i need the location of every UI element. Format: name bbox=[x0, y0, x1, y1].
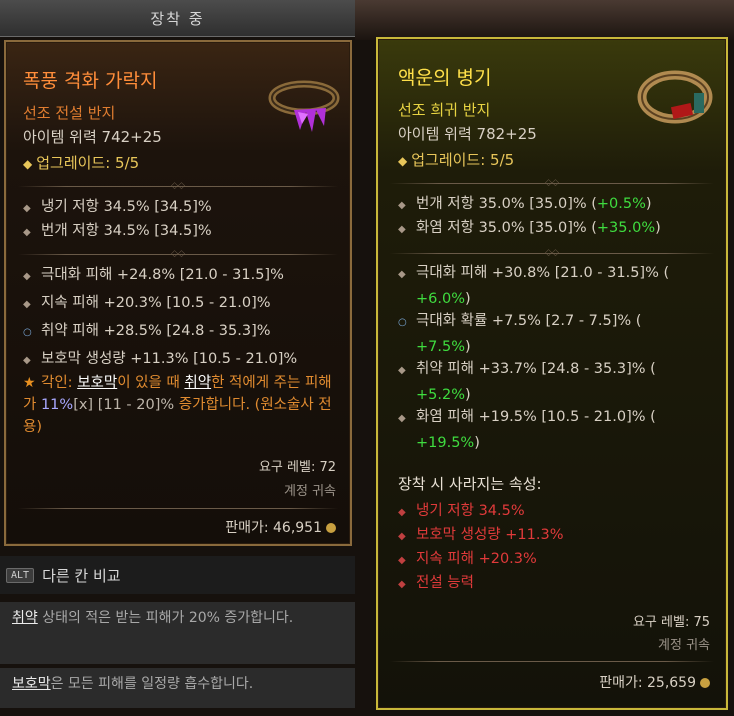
required-level: 요구 레벨: 72 bbox=[258, 460, 336, 475]
upgrade-count: ◆ 업그레이드: 5/5 bbox=[398, 151, 515, 169]
affix-stat: ◆ 지속 피해 +20.3% [10.5 - 21.0]% bbox=[23, 295, 271, 311]
diamond-icon: ◆ bbox=[23, 157, 33, 171]
item-rarity: 선조 전설 반지 bbox=[23, 104, 116, 122]
implicit-stat: ◆ 화염 저항 35.0% [35.0]% (+35.0%) bbox=[398, 220, 661, 236]
implicit-stat: ◆ 냉기 저항 34.5% [34.5]% bbox=[23, 199, 212, 215]
lost-stat: ◆ 보호막 생성량 +11.3% bbox=[398, 527, 564, 543]
implicit-stat: ◆ 번개 저항 35.0% [35.0]% (+0.5%) bbox=[398, 196, 652, 212]
required-level: 요구 레벨: 75 bbox=[632, 615, 710, 630]
lost-properties-title: 장착 시 사라지는 속성: bbox=[398, 475, 542, 493]
keyword-tip: 보호막은 모든 피해를 일정량 흡수합니다. bbox=[0, 668, 355, 708]
divider: ◇◇ bbox=[18, 250, 338, 259]
star-icon: ★ bbox=[23, 375, 36, 391]
affix-stat: ◆ 보호막 생성량 +11.3% [10.5 - 21.0]% bbox=[23, 351, 298, 367]
gold-coin-icon bbox=[700, 678, 710, 688]
affix-stat: ○ 취약 피해 +28.5% [24.8 - 35.3]% bbox=[23, 323, 271, 339]
alt-key-hint: ALT bbox=[6, 567, 35, 583]
compare-other-slot-label: 다른 칸 비교 bbox=[42, 566, 121, 585]
lost-stat: ◆ 전설 능력 bbox=[398, 575, 474, 591]
diamond-icon: ◆ bbox=[398, 154, 408, 168]
keyword-tip: 취약 상태의 적은 받는 피해가 20% 증가합니다. bbox=[0, 602, 355, 664]
item-power: 아이템 위력 742+25 bbox=[23, 128, 162, 146]
affix-stat: ◆ 극대화 피해 +24.8% [21.0 - 31.5]% bbox=[23, 267, 284, 283]
divider bbox=[390, 661, 714, 662]
ring-icon bbox=[637, 70, 713, 124]
gold-coin-icon bbox=[326, 523, 336, 533]
affix-stat: ◆ 극대화 피해 +30.8% [21.0 - 31.5]% (+6.0%) bbox=[398, 265, 670, 307]
sell-value: 판매가: 25,659 bbox=[599, 672, 710, 692]
implicit-stat: ◆ 번개 저항 34.5% [34.5]% bbox=[23, 223, 212, 239]
compared-item-tooltip: 액운의 병기 선조 희귀 반지 아이템 위력 782+25 ◆ 업그레이드: 5/… bbox=[376, 37, 728, 710]
background-scene bbox=[355, 0, 734, 40]
divider: ◇◇ bbox=[18, 182, 338, 191]
item-rarity: 선조 희귀 반지 bbox=[398, 101, 491, 119]
affix-stat: ○ 극대화 확률 +7.5% [2.7 - 7.5]% (+7.5%) bbox=[398, 313, 642, 355]
item-power: 아이템 위력 782+25 bbox=[398, 125, 537, 143]
legendary-aspect: ★ 각인: 보호막이 있을 때 취약한 적에게 주는 피해가 11%[x] [11… bbox=[23, 372, 343, 438]
equipped-header: 장착 중 bbox=[0, 0, 355, 37]
affix-stat: ◆ 화염 피해 +19.5% [10.5 - 21.0]% (+19.5%) bbox=[398, 409, 656, 451]
divider bbox=[18, 508, 338, 509]
lost-stat: ◆ 냉기 저항 34.5% bbox=[398, 503, 525, 519]
equipped-item-tooltip: 폭풍 격화 가락지 선조 전설 반지 아이템 위력 742+25 ◆ 업그레이드:… bbox=[4, 40, 352, 546]
affix-stat: ◆ 취약 피해 +33.7% [24.8 - 35.3]% (+5.2%) bbox=[398, 361, 656, 403]
divider: ◇◇ bbox=[390, 249, 714, 258]
account-bound: 계정 귀속 bbox=[658, 638, 710, 653]
account-bound: 계정 귀속 bbox=[284, 484, 336, 499]
upgrade-count: ◆ 업그레이드: 5/5 bbox=[23, 154, 140, 172]
item-name: 폭풍 격화 가락지 bbox=[23, 70, 158, 92]
sell-value: 판매가: 46,951 bbox=[225, 517, 336, 537]
ring-icon bbox=[268, 80, 340, 132]
item-name: 액운의 병기 bbox=[398, 67, 492, 89]
lost-stat: ◆ 지속 피해 +20.3% bbox=[398, 551, 537, 567]
divider: ◇◇ bbox=[390, 179, 714, 188]
compare-slot-bar[interactable]: ALT 다른 칸 비교 bbox=[0, 556, 355, 594]
